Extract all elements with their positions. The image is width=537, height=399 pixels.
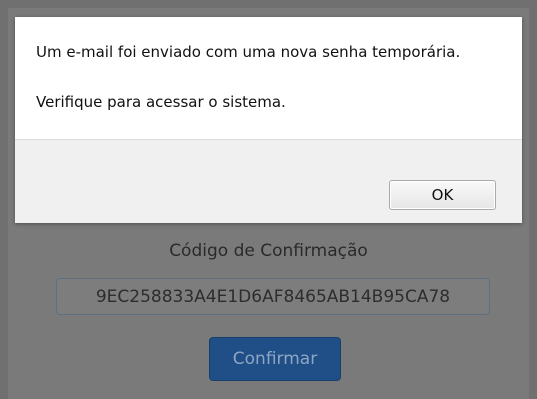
dialog-message-line-2: Verifique para acessar o sistema. [36, 93, 286, 111]
ok-button[interactable]: OK [389, 180, 496, 210]
dialog-footer: OK [15, 139, 522, 223]
confirmation-code-label: Código de Confirmação [169, 241, 368, 261]
confirmation-form: Código de Confirmação Confirmar [8, 225, 529, 399]
confirm-button[interactable]: Confirmar [209, 337, 341, 381]
window-frame-right [529, 0, 537, 399]
window-frame-top [0, 0, 537, 8]
confirmation-code-input[interactable] [56, 278, 490, 315]
dialog-body: Um e-mail foi enviado com uma nova senha… [15, 17, 522, 139]
window-frame-left [0, 0, 8, 399]
dialog-message-line-1: Um e-mail foi enviado com uma nova senha… [36, 43, 461, 61]
alert-dialog: Um e-mail foi enviado com uma nova senha… [15, 17, 522, 223]
